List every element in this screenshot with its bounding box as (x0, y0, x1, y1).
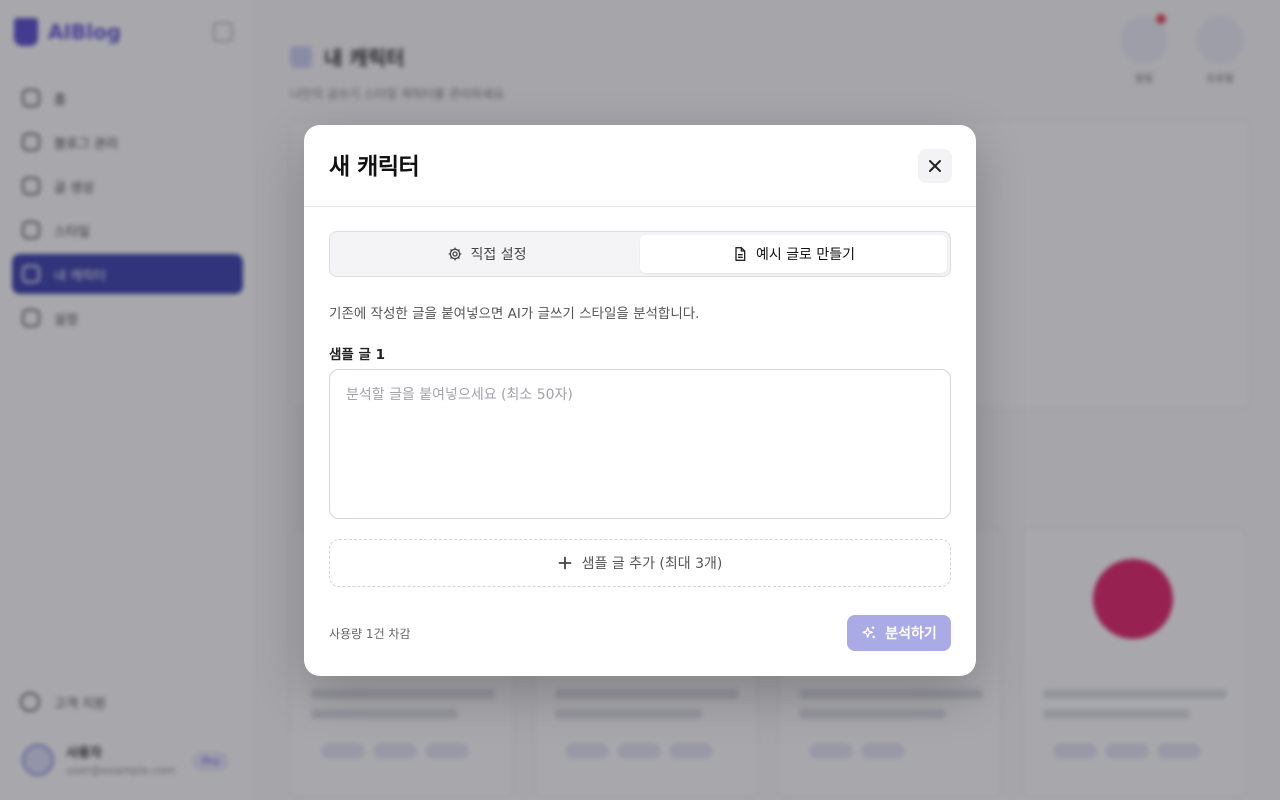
tab-label: 직접 설정 (470, 247, 527, 263)
tab-label: 예시 글로 만들기 (755, 247, 856, 263)
sparkles-icon (862, 626, 876, 639)
tab-from-sample[interactable]: 예시 글로 만들기 (640, 235, 947, 273)
usage-note: 사용량 1건 차감 (329, 627, 411, 641)
dialog-title: 새 캐릭터 (329, 154, 420, 180)
add-sample-button[interactable]: 샘플 글 추가 (최대 3개) (329, 539, 951, 587)
sample-textarea[interactable] (329, 369, 951, 519)
sample-label: 샘플 글 1 (329, 347, 386, 363)
add-sample-label: 샘플 글 추가 (최대 3개) (581, 556, 723, 572)
document-icon (735, 247, 746, 261)
close-button[interactable] (918, 149, 952, 183)
analyze-label: 분석하기 (885, 626, 937, 642)
close-icon (929, 160, 941, 172)
plus-icon (558, 556, 572, 570)
analyze-button[interactable]: 분석하기 (847, 615, 951, 651)
dialog-divider (304, 206, 976, 207)
tab-manual-setup[interactable]: 직접 설정 (333, 235, 640, 273)
dialog-description: 기존에 작성한 글을 붙여넣으면 AI가 글쓰기 스타일을 분석합니다. (329, 306, 700, 322)
gear-icon (448, 247, 461, 261)
new-character-dialog: 새 캐릭터 직접 설정 예시 글로 만들기 기존에 작성한 글을 붙여넣으면 A… (304, 125, 976, 676)
mode-tabs: 직접 설정 예시 글로 만들기 (329, 231, 951, 277)
